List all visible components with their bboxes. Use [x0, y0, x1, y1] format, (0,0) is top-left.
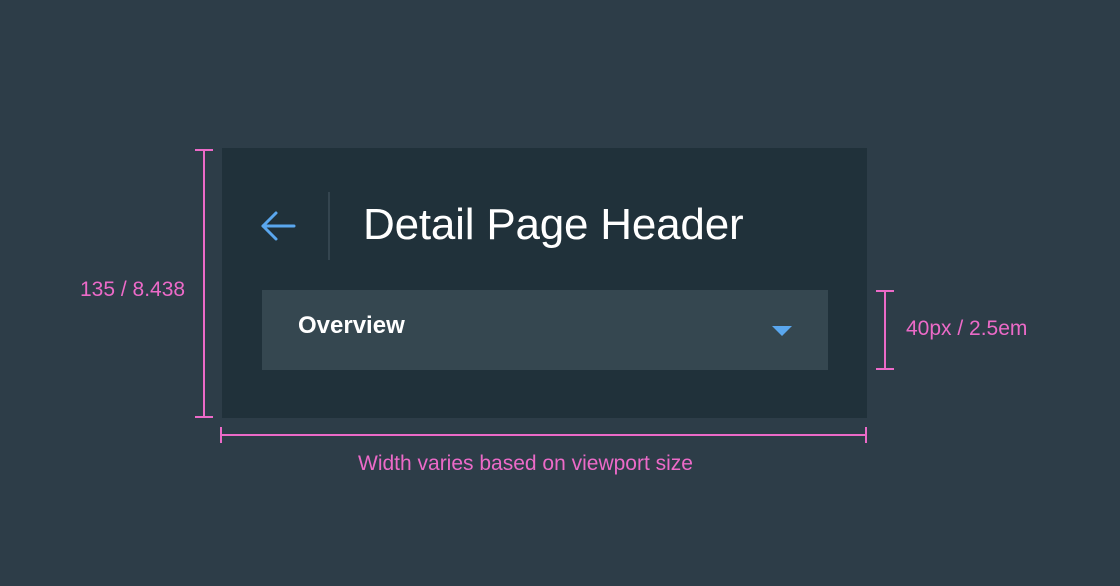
width-dimension-line [220, 427, 867, 443]
dropdown-height-dimension-line [876, 290, 894, 370]
arrow-left-icon [261, 211, 296, 241]
height-dimension-line [195, 149, 213, 418]
dropdown-selected-value: Overview [298, 312, 405, 339]
width-annotation: Width varies based on viewport size [358, 452, 693, 475]
section-dropdown[interactable]: Overview [262, 290, 828, 370]
dropdown-height-annotation: 40px / 2.5em [906, 317, 1028, 340]
back-button[interactable] [258, 206, 298, 246]
page-title: Detail Page Header [363, 200, 744, 249]
header-height-annotation: 135 / 8.438 [80, 278, 186, 301]
detail-page-header: Detail Page Header Overview [222, 148, 867, 418]
title-divider [328, 192, 330, 260]
caret-down-icon [772, 326, 792, 336]
